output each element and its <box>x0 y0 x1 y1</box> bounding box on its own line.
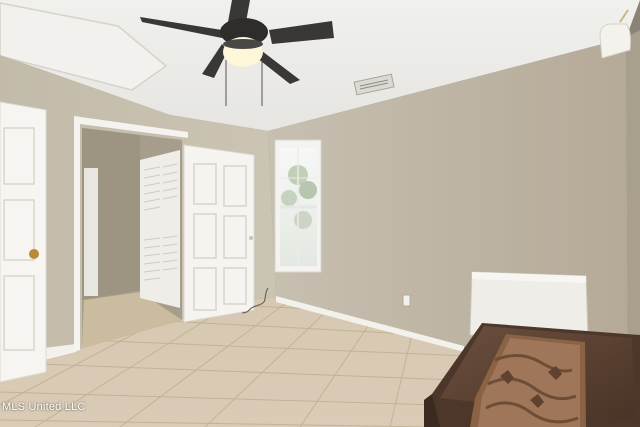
louvered-closet-door <box>140 150 180 308</box>
hall-bedroom-door <box>84 168 98 296</box>
watermark-text: MLS United LLC <box>2 401 86 413</box>
door-knob-center <box>249 236 253 240</box>
wall-outlet <box>402 294 411 307</box>
door-knob-left <box>29 249 39 259</box>
room-illustration <box>0 0 640 427</box>
entry-door <box>0 101 47 383</box>
room-photo: MLS United LLC <box>0 0 640 427</box>
